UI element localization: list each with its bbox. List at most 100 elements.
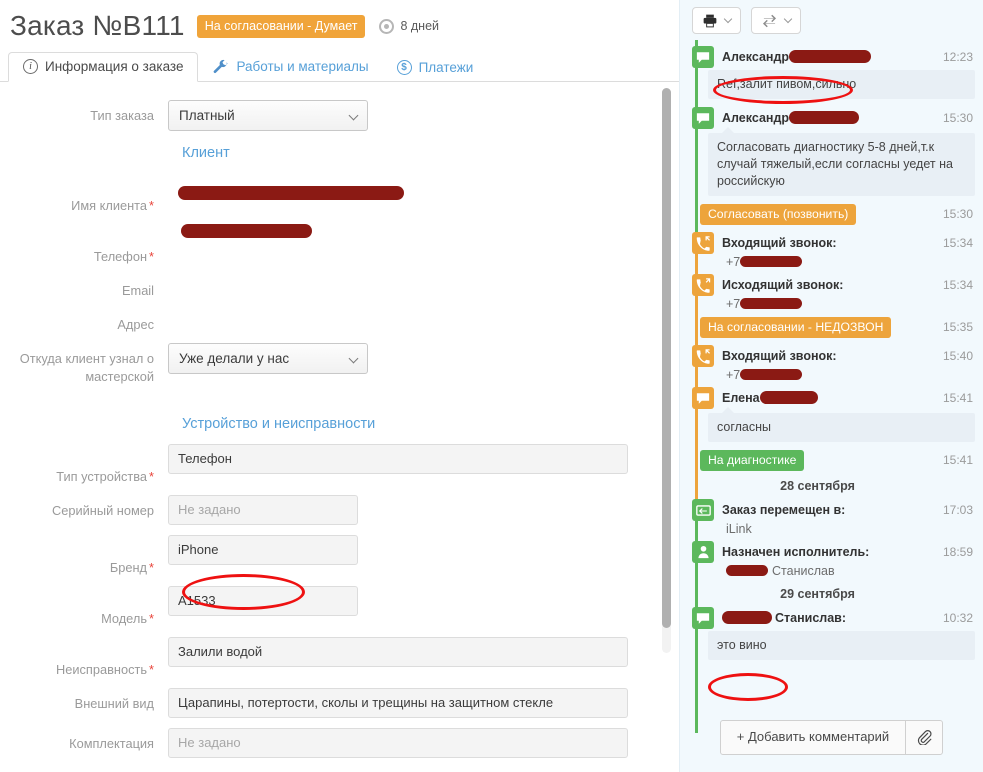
field-email: Email: [0, 275, 679, 299]
add-comment-button[interactable]: + Добавить комментарий: [721, 721, 905, 754]
timeline-event-time: 15:30: [942, 207, 973, 221]
dollar-circle-icon: $: [396, 60, 412, 75]
user-icon: [692, 541, 714, 563]
required-mark: *: [149, 469, 154, 484]
chevron-down-icon: [348, 353, 359, 364]
outgoing-call-icon: [692, 274, 714, 296]
timeline-event-sub: iLink: [726, 522, 752, 536]
appearance-input[interactable]: Царапины, потертости, сколы и трещины на…: [168, 688, 628, 718]
timeline-event-time: 15:34: [942, 278, 973, 292]
timeline-event-time: 15:40: [942, 349, 973, 363]
redaction-mark: [740, 298, 803, 309]
field-client-name-label: Имя клиента *: [71, 198, 154, 213]
timeline-event-moved: Заказ перемещен в: 17:03 iLink: [688, 499, 973, 537]
timeline-event-time: 12:23: [942, 50, 973, 64]
field-brand-label: Бренд *: [109, 560, 154, 575]
field-appearance-label: Внешний вид: [74, 696, 154, 711]
redaction-mark: [789, 50, 872, 63]
device-type-input[interactable]: Телефон: [168, 444, 628, 474]
timeline-event-author: Станислав:: [722, 607, 937, 629]
email-input[interactable]: [168, 275, 679, 297]
move-icon: [692, 499, 714, 521]
form-scrollbar-thumb[interactable]: [662, 88, 671, 628]
field-appearance: Внешний вид Царапины, потертости, сколы …: [0, 688, 679, 718]
field-source-label: Откуда клиент узнал о мастерской: [19, 351, 154, 384]
timeline-toolbar: [680, 0, 983, 40]
tab-payments-label: Платежи: [418, 60, 474, 75]
timeline-event-title: Входящий звонок:: [722, 349, 837, 363]
timeline-event-time: 10:32: [942, 611, 973, 625]
timeline-event-title: Заказ перемещен в:: [722, 503, 846, 517]
redaction-mark: [740, 369, 803, 380]
tab-works-materials[interactable]: Работы и материалы: [198, 52, 382, 82]
incoming-call-icon: [692, 345, 714, 367]
timeline-event-call: Входящий звонок: 15:40 +7: [688, 345, 973, 383]
order-page: Заказ №B111 На согласовании - Думает 8 д…: [0, 0, 983, 772]
order-details-pane: Заказ №B111 На согласовании - Думает 8 д…: [0, 0, 679, 772]
days-indicator: 8 дней: [379, 18, 439, 34]
source-select[interactable]: Уже делали у нас: [168, 343, 368, 374]
redaction-client-name: [178, 186, 404, 200]
incoming-call-icon: [692, 232, 714, 254]
print-button[interactable]: [692, 7, 741, 34]
tab-payments[interactable]: $ Платежи: [383, 54, 488, 82]
timeline-event-sub: +7: [726, 296, 973, 312]
clock-icon: [379, 18, 395, 34]
timeline-event-author: Александр: [722, 107, 937, 129]
timeline-date-separator: 28 сентября: [780, 479, 855, 493]
brand-input[interactable]: iPhone: [168, 535, 358, 565]
timeline-comment-text: согласны: [717, 420, 772, 434]
timeline-event-comment: Елена 15:41 согласны: [688, 387, 975, 442]
form-scrollbar[interactable]: [662, 88, 671, 653]
field-source: Откуда клиент узнал о мастерской Уже дел…: [0, 343, 679, 386]
tab-order-info[interactable]: i Информация о заказе: [8, 52, 199, 82]
redaction-mark: [789, 111, 860, 124]
comment-icon: [692, 607, 714, 629]
timeline-date-separator: 29 сентября: [780, 587, 855, 601]
redaction-mark: [726, 565, 768, 576]
serial-input[interactable]: Не задано: [168, 495, 358, 525]
timeline-event-sub: +7: [726, 367, 973, 383]
tab-works-materials-label: Работы и материалы: [236, 59, 369, 74]
redaction-mark: [740, 256, 803, 267]
timeline-comment-text: это вино: [708, 631, 975, 660]
tab-bar: i Информация о заказе Работы и материалы…: [0, 49, 679, 82]
field-brand: Бренд * iPhone: [0, 535, 679, 576]
timeline-comment-text: Ref,залит пивом,сильно: [708, 70, 975, 99]
order-type-select[interactable]: Платный: [168, 100, 368, 131]
timeline-event-status: На согласовании - НЕДОЗВОН 15:35: [700, 317, 973, 338]
field-kit: Комплектация Не задано: [0, 728, 679, 758]
status-badge: На согласовании - НЕДОЗВОН: [700, 317, 892, 338]
model-input[interactable]: A1533: [168, 586, 358, 616]
bubble-pointer: [722, 127, 734, 133]
timeline-event-comment: Александр 15:30 Согласовать диагностику …: [688, 107, 975, 196]
order-header: Заказ №B111 На согласовании - Думает 8 д…: [0, 0, 679, 44]
field-address: Адрес: [0, 309, 679, 333]
wrench-icon: [212, 58, 229, 75]
annotation-ellipse-last-comment: [708, 673, 788, 701]
comment-icon: [692, 107, 714, 129]
source-value: Уже делали у нас: [179, 351, 290, 366]
field-order-type: Тип заказа Платный: [0, 100, 679, 131]
kit-input[interactable]: Не задано: [168, 728, 628, 758]
redaction-mark: [759, 391, 818, 404]
status-badge: На диагностике: [700, 450, 805, 471]
transfer-button[interactable]: [751, 7, 801, 34]
chevron-down-icon: [783, 14, 793, 23]
order-timeline-pane: Александр 12:23 Ref,залит пивом,сильно А…: [679, 0, 983, 772]
field-device-type-label: Тип устройства *: [56, 469, 154, 484]
tab-order-info-label: Информация о заказе: [45, 59, 184, 74]
info-circle-icon: i: [23, 59, 38, 74]
page-title: Заказ №B111: [10, 10, 185, 41]
timeline-comment-bubble: согласны: [708, 407, 975, 442]
status-badge[interactable]: На согласовании - Думает: [196, 14, 366, 38]
field-model-label: Модель *: [101, 611, 154, 626]
chevron-down-icon: [348, 110, 359, 121]
attach-file-button[interactable]: [905, 721, 942, 754]
timeline-event-author: Александр: [722, 46, 937, 68]
timeline-event-comment: Станислав: 10:32 это вино: [688, 607, 975, 660]
address-input[interactable]: [168, 309, 679, 329]
defect-input[interactable]: Залили водой: [168, 637, 628, 667]
section-client: Клиент: [182, 145, 230, 161]
timeline-list: Александр 12:23 Ref,залит пивом,сильно А…: [680, 40, 983, 733]
